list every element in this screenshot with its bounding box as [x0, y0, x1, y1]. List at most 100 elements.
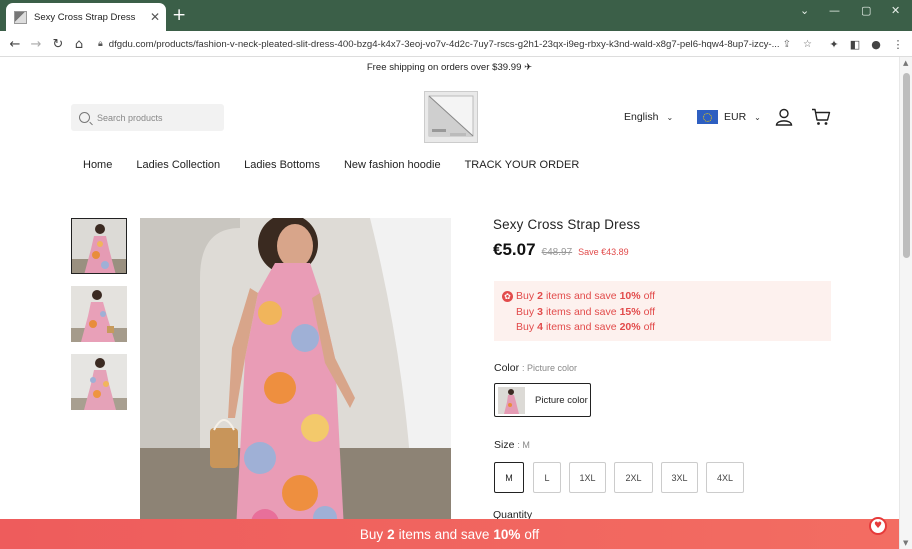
offer-qty: 4	[537, 321, 543, 334]
share-icon[interactable]: ⇪	[783, 39, 791, 50]
announcement-bar: Free shipping on orders over $39.99 ✈	[366, 62, 533, 73]
promo-text: off	[524, 526, 540, 542]
offer-line: Buy 4 items and save 20% off	[502, 320, 831, 336]
nav-ladies-bottoms[interactable]: Ladies Bottoms	[244, 159, 320, 171]
chevron-down-icon: ⌄	[754, 112, 761, 122]
offer-line: ✿ Buy 2 items and save 10% off	[502, 289, 831, 305]
profile-avatar-icon[interactable]: ●	[867, 35, 885, 53]
price-row: €5.07 €48.97 Save €43.89	[493, 240, 629, 260]
offer-text: off	[643, 305, 656, 318]
size-option-1xl[interactable]: 1XL	[569, 462, 606, 493]
bulk-discount-box: ✿ Buy 2 items and save 10% off Buy 3 ite…	[494, 281, 831, 341]
offer-text: items and save	[545, 305, 617, 318]
sale-price: €5.07	[493, 240, 536, 259]
nav-home[interactable]: Home	[83, 159, 112, 171]
eu-flag-icon	[697, 110, 718, 124]
language-label: English	[624, 111, 659, 123]
size-option-l[interactable]: L	[533, 462, 561, 493]
product-thumbnail[interactable]	[71, 286, 127, 342]
currency-selector[interactable]: EUR ⌄	[697, 110, 761, 124]
maximize-icon[interactable]: ▢	[861, 5, 871, 17]
tab-title: Sexy Cross Strap Dress	[34, 11, 136, 23]
url-text: dfgdu.com/products/fashion-v-neck-pleate…	[108, 38, 779, 50]
side-panel-icon[interactable]: ◧	[846, 35, 864, 53]
promo-percent: 10%	[493, 526, 521, 542]
scroll-up-icon[interactable]: ▲	[903, 59, 908, 67]
gift-icon[interactable]: ♥	[869, 517, 887, 535]
nav-track-order[interactable]: TRACK YOUR ORDER	[465, 159, 580, 171]
size-selected-value: : M	[517, 440, 530, 450]
main-product-image[interactable]	[140, 218, 451, 549]
offer-qty: 2	[537, 290, 543, 302]
size-label: Size : M	[494, 439, 530, 451]
offer-text: off	[643, 290, 656, 302]
search-icon	[79, 112, 90, 123]
search-input[interactable]	[97, 112, 217, 123]
reload-icon[interactable]: ↻	[49, 35, 67, 53]
color-option-picture[interactable]: Picture color	[494, 383, 591, 417]
size-option-m[interactable]: M	[494, 462, 524, 493]
scroll-down-icon[interactable]: ▼	[903, 539, 908, 547]
back-icon[interactable]: ←	[6, 35, 24, 53]
favicon-icon	[14, 10, 27, 24]
save-amount: Save €43.89	[578, 247, 629, 257]
nav-new-fashion-hoodie[interactable]: New fashion hoodie	[344, 159, 441, 171]
size-option-4xl[interactable]: 4XL	[706, 462, 744, 493]
new-tab-icon[interactable]: +	[172, 7, 186, 24]
store-logo[interactable]	[424, 91, 478, 143]
close-tab-icon[interactable]: ✕	[150, 11, 160, 23]
language-selector[interactable]: English ⌄	[624, 111, 673, 123]
dress-thumbnail-image	[71, 354, 127, 410]
home-icon[interactable]: ⌂	[70, 35, 88, 53]
gift-icon: ✿	[502, 291, 513, 303]
forward-icon[interactable]: →	[27, 35, 45, 53]
address-bar: ← → ↻ ⌂ 🔒︎ dfgdu.com/products/fashion-v-…	[0, 31, 912, 57]
search-bar[interactable]	[71, 104, 224, 131]
close-window-icon[interactable]: ✕	[891, 5, 900, 17]
offer-text: Buy	[516, 290, 535, 302]
promo-text: Buy	[359, 526, 384, 542]
web-page: Free shipping on orders over $39.99 ✈ En…	[0, 57, 899, 549]
size-option-2xl[interactable]: 2XL	[614, 462, 653, 493]
dress-thumbnail-image	[71, 286, 127, 342]
product-title: Sexy Cross Strap Dress	[493, 217, 641, 232]
offer-percent: 20%	[619, 321, 641, 334]
nav-ladies-collection[interactable]: Ladies Collection	[136, 159, 220, 171]
chevron-down-icon[interactable]: ⌄	[800, 5, 809, 17]
cart-icon[interactable]	[811, 108, 831, 126]
currency-label: EUR	[724, 111, 747, 123]
color-label-text: Color	[494, 362, 520, 374]
dress-photo-image	[140, 218, 451, 549]
offer-text: Buy	[516, 321, 535, 334]
url-field[interactable]: 🔒︎ dfgdu.com/products/fashion-v-neck-ple…	[92, 34, 820, 54]
browser-tab[interactable]: Sexy Cross Strap Dress ✕	[6, 3, 166, 31]
promo-text: items and save	[398, 526, 490, 542]
color-label: Color : Picture color	[494, 362, 577, 374]
page-scrollbar[interactable]: ▲ ▼	[899, 57, 912, 549]
scroll-thumb[interactable]	[903, 73, 910, 258]
compare-price: €48.97	[541, 247, 573, 258]
offer-percent: 10%	[619, 290, 641, 302]
color-option-label: Picture color	[535, 394, 588, 406]
color-swatch-image	[498, 386, 525, 414]
product-thumbnail[interactable]	[71, 354, 127, 410]
browser-menu-icon[interactable]: ⋮	[889, 35, 907, 53]
offer-text: items and save	[545, 290, 617, 302]
offer-qty: 3	[537, 305, 543, 318]
bookmark-star-icon[interactable]: ☆	[803, 39, 812, 50]
size-label-text: Size	[494, 439, 515, 451]
account-icon[interactable]	[775, 108, 793, 126]
promo-banner[interactable]: Buy 2 items and save 10% off	[0, 519, 899, 549]
browser-tab-bar: Sexy Cross Strap Dress ✕ + ⌄ — ▢ ✕	[0, 0, 912, 31]
offer-text: items and save	[545, 321, 617, 334]
offer-percent: 15%	[619, 305, 641, 318]
size-option-3xl[interactable]: 3XL	[661, 462, 698, 493]
product-thumbnail[interactable]	[71, 218, 127, 274]
extensions-icon[interactable]: ✦	[825, 35, 843, 53]
dress-thumbnail-image	[72, 219, 126, 273]
main-nav: Home Ladies Collection Ladies Bottoms Ne…	[83, 159, 603, 171]
minimize-icon[interactable]: —	[829, 5, 840, 17]
offer-text: Buy	[516, 305, 535, 318]
chevron-down-icon: ⌄	[666, 112, 674, 122]
lock-icon[interactable]: 🔒︎	[98, 39, 103, 49]
